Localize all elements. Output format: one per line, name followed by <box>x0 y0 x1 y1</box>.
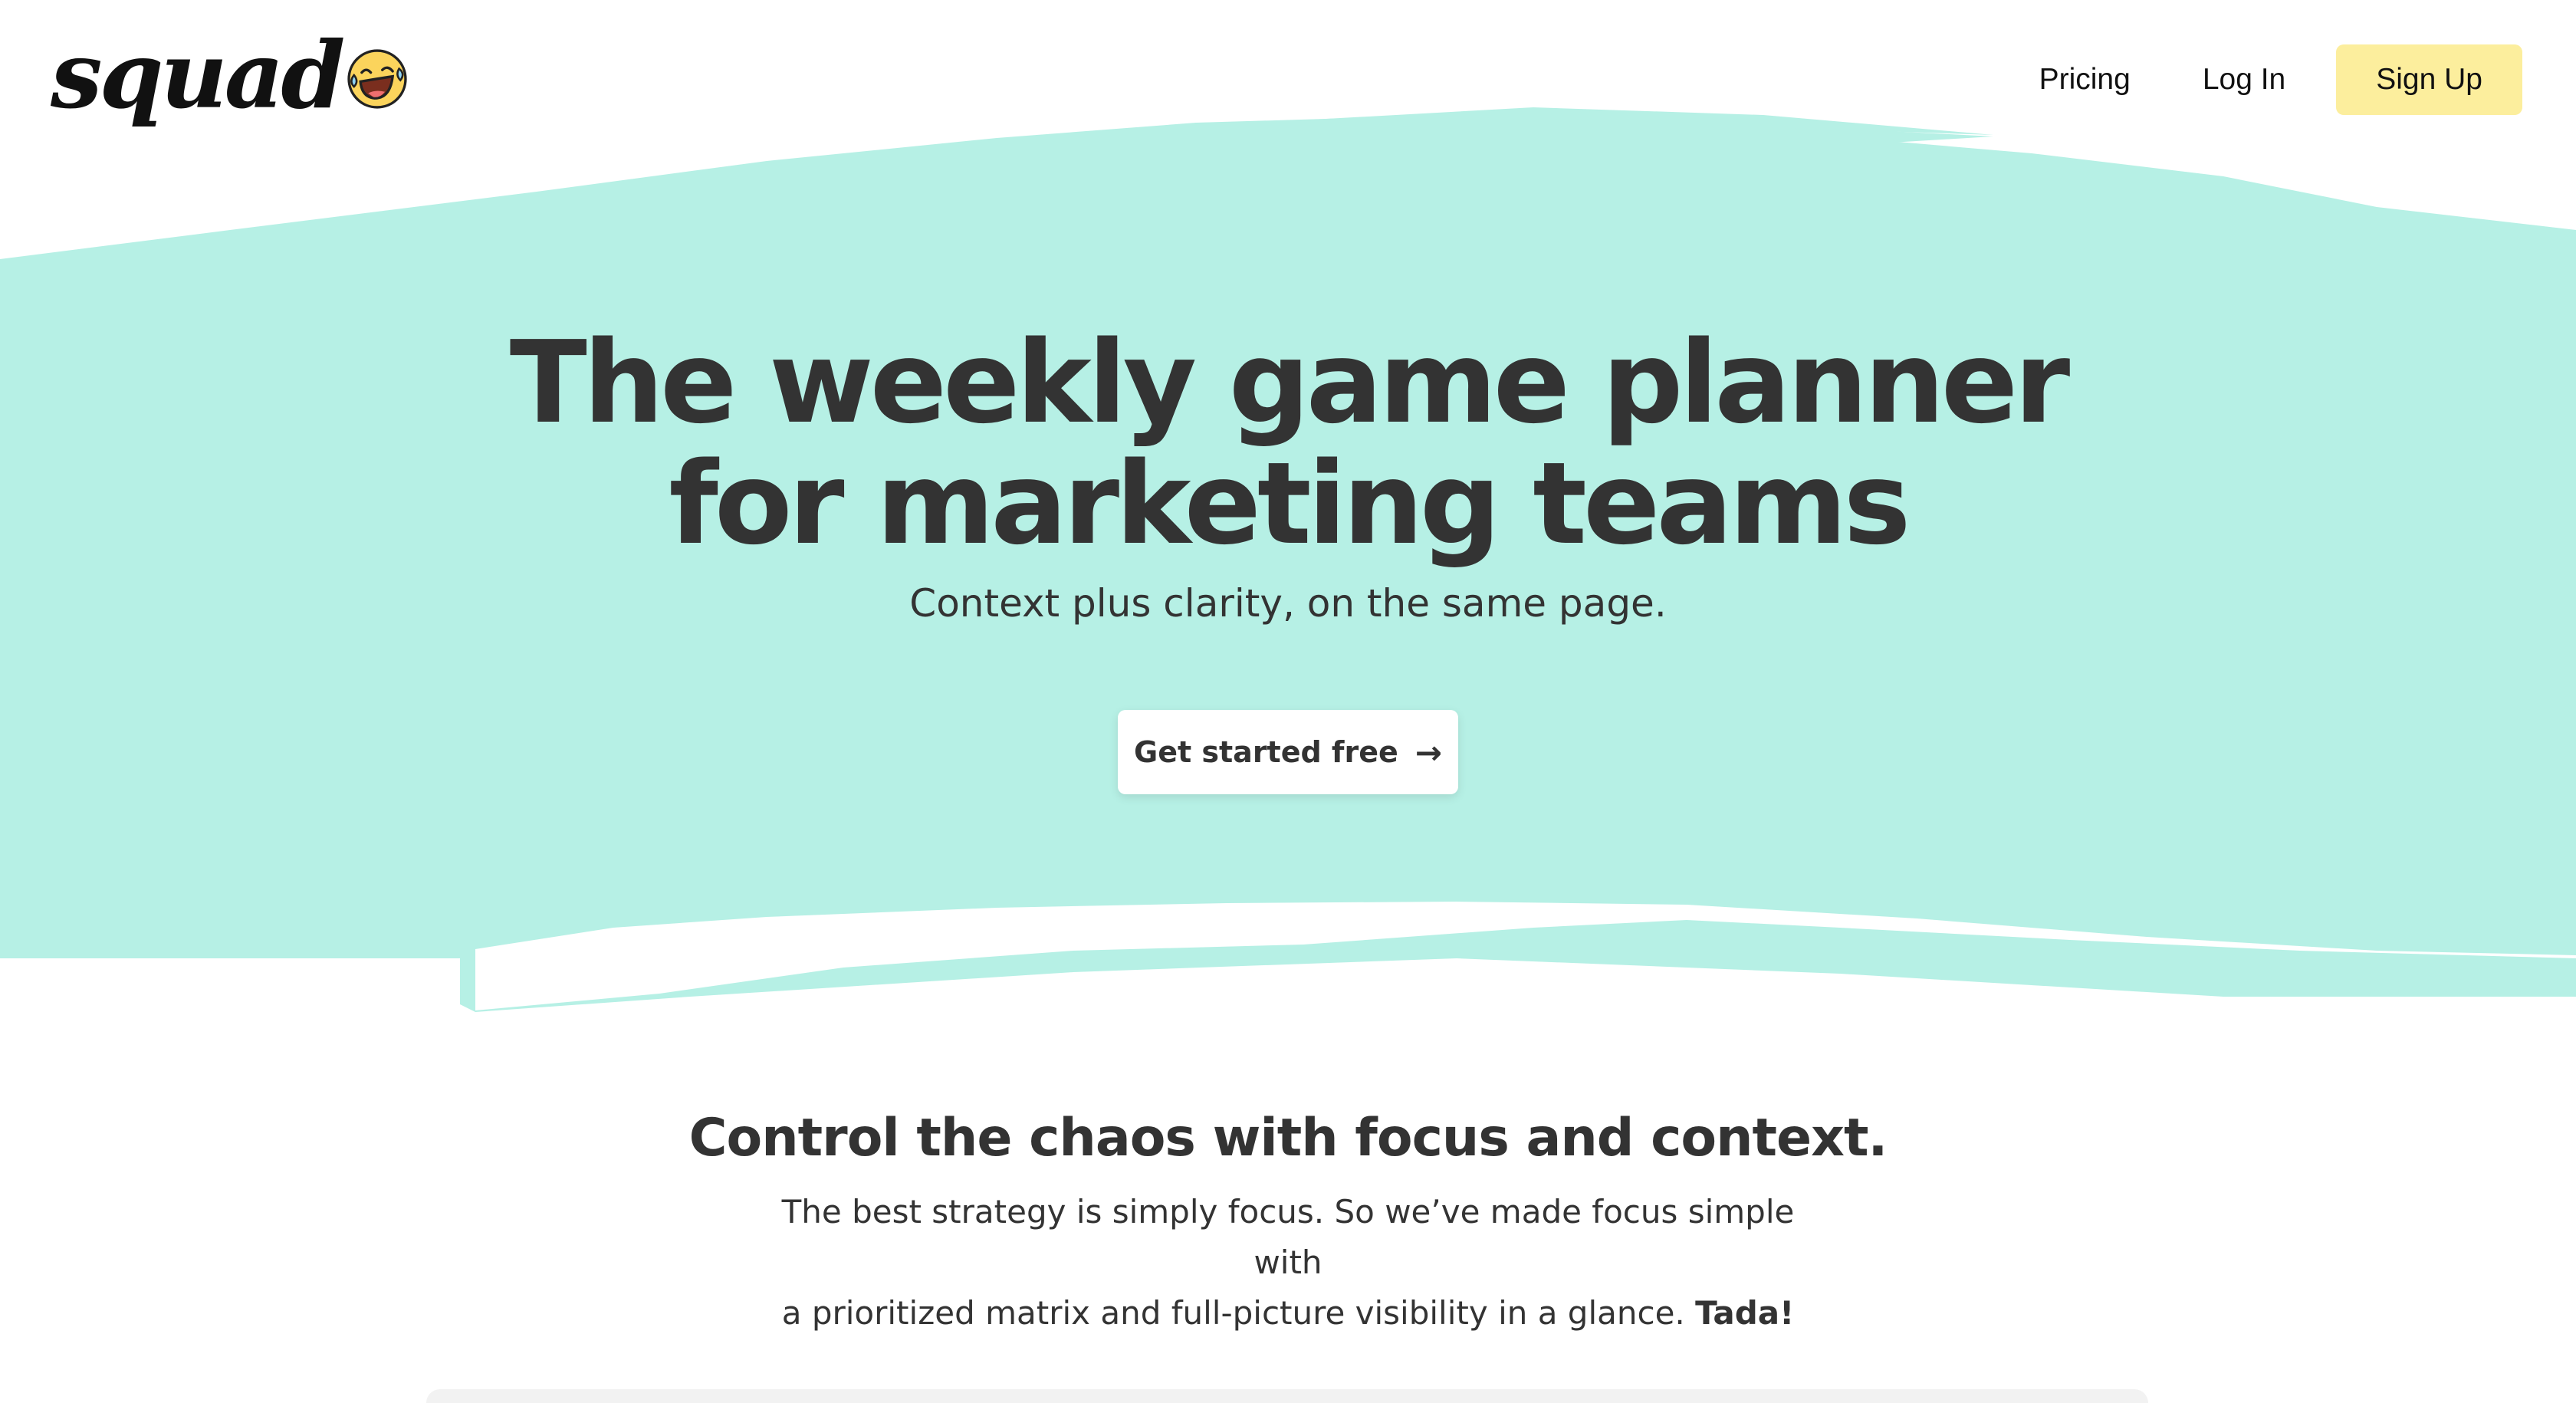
nav-pricing-link[interactable]: Pricing <box>2039 63 2131 97</box>
features-body-line1: The best strategy is simply focus. So we… <box>781 1193 1795 1281</box>
laughing-face-icon <box>347 49 408 109</box>
arrow-right-icon: → <box>1414 733 1442 771</box>
product-preview-panel <box>426 1389 2148 1403</box>
logo-text: squad <box>51 21 345 130</box>
features-section: Control the chaos with focus and context… <box>0 1104 2576 1339</box>
hero-title: The weekly game planner for marketing te… <box>0 322 2576 564</box>
hero-title-line1: The weekly game planner <box>509 317 2070 449</box>
hero-section: The weekly game planner for marketing te… <box>0 322 2576 626</box>
get-started-button[interactable]: Get started free → <box>1118 710 1458 794</box>
logo[interactable]: squad <box>51 3 409 149</box>
get-started-label: Get started free <box>1134 735 1398 769</box>
hero-subtitle: Context plus clarity, on the same page. <box>909 581 1667 626</box>
nav-login-link[interactable]: Log In <box>2203 63 2285 97</box>
top-nav: Pricing Log In Sign Up <box>2039 44 2522 115</box>
signup-button[interactable]: Sign Up <box>2336 44 2522 115</box>
features-heading: Control the chaos with focus and context… <box>688 1108 1888 1168</box>
features-body-line2: a prioritized matrix and full-picture vi… <box>781 1294 1685 1332</box>
hero-title-line2: for marketing teams <box>669 438 1911 570</box>
features-emphasis: Tada! <box>1695 1294 1795 1332</box>
features-body: The best strategy is simply focus. So we… <box>744 1187 1832 1339</box>
landing-page: squad Pricing Log In Sign Up The weekly … <box>0 0 2576 1403</box>
